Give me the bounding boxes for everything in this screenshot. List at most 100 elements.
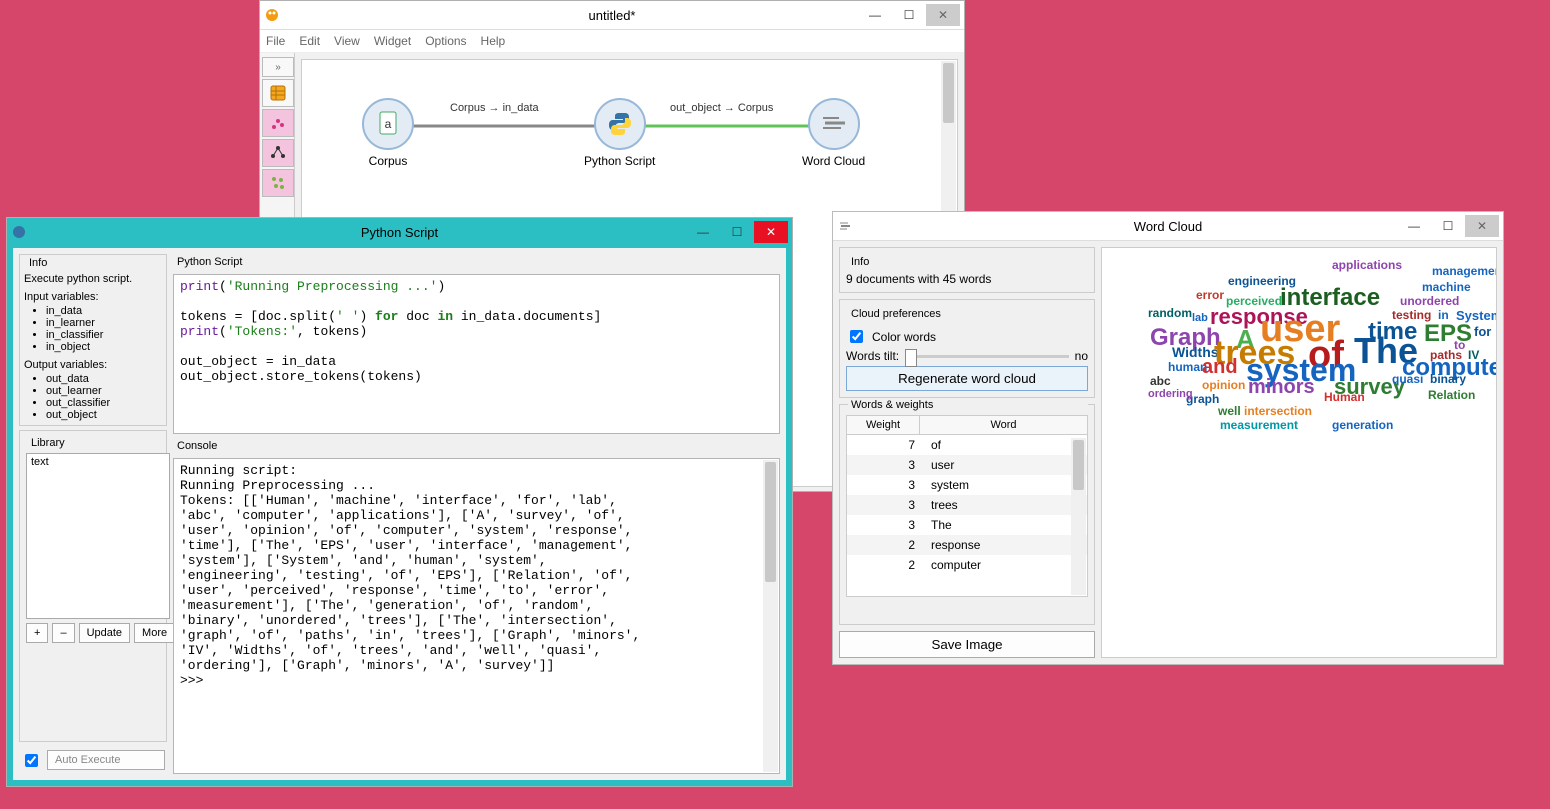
output-vars-title: Output variables:	[24, 359, 162, 371]
cloud-word[interactable]: Relation	[1428, 388, 1475, 402]
node-label: Python Script	[584, 154, 655, 168]
maximize-button[interactable]: ☐	[1431, 215, 1465, 237]
cell-weight: 3	[847, 495, 923, 515]
cloud-word[interactable]: unordered	[1400, 294, 1459, 308]
menu-options[interactable]: Options	[425, 34, 466, 48]
weights-header: Words & weights	[848, 399, 1088, 411]
cell-weight: 3	[847, 455, 923, 475]
input-vars-list: in_data in_learner in_classifier in_obje…	[24, 305, 162, 353]
tool-unsupervised[interactable]	[262, 169, 294, 197]
workflow-title: untitled*	[589, 8, 636, 23]
table-row[interactable]: 3trees	[847, 495, 1087, 515]
library-item[interactable]: text	[31, 456, 165, 468]
console-scrollbar[interactable]	[763, 460, 778, 772]
table-row[interactable]: 3user	[847, 455, 1087, 475]
remove-script-button[interactable]: –	[52, 623, 74, 643]
tilt-slider[interactable]	[905, 355, 1069, 358]
color-words-checkbox[interactable]	[850, 330, 863, 343]
pyscript-titlebar[interactable]: Python Script — ☐ ✕	[7, 218, 792, 246]
cloud-word[interactable]: quasi	[1392, 372, 1423, 386]
cloud-word[interactable]: management	[1432, 264, 1497, 278]
cloud-word[interactable]: error	[1196, 288, 1224, 302]
auto-execute-checkbox[interactable]	[25, 754, 38, 767]
cloud-word[interactable]: for	[1474, 324, 1491, 339]
list-item: out_object	[46, 409, 162, 421]
table-scrollbar[interactable]	[1071, 438, 1086, 595]
workflow-titlebar[interactable]: untitled* — ☐ ✕	[260, 1, 964, 30]
cloud-word[interactable]: machine	[1422, 280, 1471, 294]
table-row[interactable]: 7of	[847, 435, 1087, 455]
menubar: File Edit View Widget Options Help	[260, 30, 964, 53]
cell-weight: 3	[847, 475, 923, 495]
menu-view[interactable]: View	[334, 34, 360, 48]
cloud-word[interactable]: ordering	[1148, 388, 1193, 400]
minimize-button[interactable]: —	[1397, 215, 1431, 237]
table-row[interactable]: 2computer	[847, 555, 1087, 575]
col-weight[interactable]: Weight	[847, 416, 920, 434]
wordcloud-title: Word Cloud	[1134, 219, 1202, 234]
menu-help[interactable]: Help	[481, 34, 506, 48]
color-words-label: Color words	[872, 330, 936, 344]
info-text: Execute python script.	[24, 273, 162, 285]
table-row[interactable]: 3The	[847, 515, 1087, 535]
info-text: 9 documents with 45 words	[846, 272, 1088, 286]
tilt-value: no	[1075, 349, 1088, 363]
regenerate-button[interactable]: Regenerate word cloud	[846, 366, 1088, 391]
wordcloud-canvas[interactable]: applicationsmanagementengineeringmachine…	[1101, 247, 1497, 658]
cloud-word[interactable]: and	[1202, 356, 1238, 379]
update-button[interactable]: Update	[79, 623, 130, 643]
corpus-icon: a	[362, 98, 414, 150]
cloud-word[interactable]: opinion	[1202, 378, 1245, 392]
cloud-word[interactable]: well	[1218, 404, 1241, 418]
script-header: Python Script	[177, 256, 780, 268]
tool-data[interactable]	[262, 79, 294, 107]
node-python-script[interactable]: Python Script	[584, 98, 655, 168]
cell-word: system	[923, 475, 1087, 495]
wordcloud-sidebar: Info 9 documents with 45 words Cloud pre…	[833, 241, 1101, 664]
cloud-word[interactable]: measurement	[1220, 418, 1298, 432]
table-row[interactable]: 3system	[847, 475, 1087, 495]
menu-file[interactable]: File	[266, 34, 285, 48]
cloud-word[interactable]: random	[1148, 306, 1192, 320]
minimize-button[interactable]: —	[686, 221, 720, 243]
console-output[interactable]: Running script: Running Preprocessing ..…	[173, 458, 780, 774]
close-button[interactable]: ✕	[1465, 215, 1499, 237]
svg-text:a: a	[385, 117, 392, 131]
cloud-word[interactable]: lab	[1192, 312, 1208, 324]
script-editor[interactable]: print('Running Preprocessing ...') token…	[173, 274, 780, 434]
cloud-word[interactable]: binary	[1430, 372, 1466, 386]
list-item: out_data	[46, 373, 162, 385]
cloud-word[interactable]: intersection	[1244, 404, 1312, 418]
cell-word: trees	[923, 495, 1087, 515]
auto-execute-button[interactable]: Auto Execute	[47, 750, 165, 770]
weights-table[interactable]: Weight Word 7of3user3system3trees3The2re…	[846, 415, 1088, 597]
cloud-word[interactable]: applications	[1332, 258, 1402, 272]
wordcloud-titlebar[interactable]: Word Cloud — ☐ ✕	[833, 212, 1503, 241]
add-script-button[interactable]: +	[26, 623, 48, 643]
more-button[interactable]: More	[134, 623, 175, 643]
close-button[interactable]: ✕	[754, 221, 788, 243]
toolbar-collapse-button[interactable]: »	[262, 57, 294, 77]
minimize-button[interactable]: —	[858, 4, 892, 26]
close-button[interactable]: ✕	[926, 4, 960, 26]
col-word[interactable]: Word	[920, 416, 1087, 434]
cloud-word[interactable]: generation	[1332, 418, 1393, 432]
wordcloud-window: Word Cloud — ☐ ✕ Info 9 documents with 4…	[832, 211, 1504, 665]
cell-weight: 7	[847, 435, 923, 455]
cloud-word[interactable]: abc	[1150, 374, 1171, 388]
library-listbox[interactable]: text	[26, 453, 170, 619]
menu-edit[interactable]: Edit	[299, 34, 320, 48]
tool-visualize[interactable]	[262, 109, 294, 137]
node-word-cloud[interactable]: Word Cloud	[802, 98, 865, 168]
table-row[interactable]: 2response	[847, 535, 1087, 555]
list-item: in_object	[46, 341, 162, 353]
cloud-word[interactable]: Human	[1324, 390, 1365, 404]
save-image-button[interactable]: Save Image	[839, 631, 1095, 658]
maximize-button[interactable]: ☐	[720, 221, 754, 243]
tool-model[interactable]	[262, 139, 294, 167]
cloud-word[interactable]: minors	[1248, 376, 1315, 399]
node-corpus[interactable]: a Corpus	[362, 98, 414, 168]
maximize-button[interactable]: ☐	[892, 4, 926, 26]
pyscript-main: Python Script print('Running Preprocessi…	[173, 248, 786, 780]
menu-widget[interactable]: Widget	[374, 34, 411, 48]
